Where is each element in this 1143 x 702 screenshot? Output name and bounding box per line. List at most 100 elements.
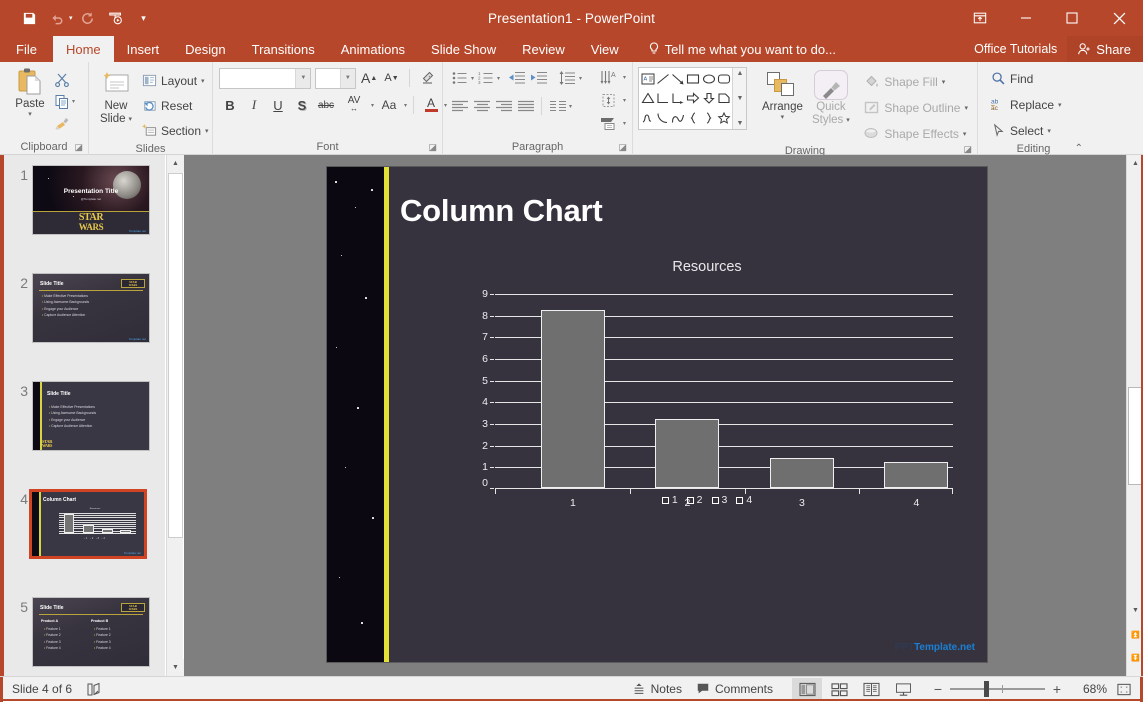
shape-arrow-icon[interactable] [670,69,685,89]
italic-button[interactable]: I [243,94,265,116]
shape-outline-button[interactable]: Shape Outline ▾ [860,96,972,119]
text-direction-dropdown-icon[interactable]: ▾ [623,74,626,81]
minimize-icon[interactable] [1003,0,1049,36]
maximize-icon[interactable] [1049,0,1095,36]
shape-arc-icon[interactable] [655,108,670,128]
thumbnail-slide-3[interactable]: 3 Slide Title Make Effective Presentatio… [32,381,150,451]
align-right-button[interactable] [493,95,514,117]
quick-styles-button[interactable]: Quick Styles ▾ [807,67,854,129]
select-dropdown-icon[interactable]: ▾ [1047,127,1051,135]
change-case-dropdown-icon[interactable]: ▾ [404,102,407,109]
share-button[interactable]: Share [1067,36,1143,62]
thumbnail-slide-1[interactable]: 1 Presentation Title @Template.net STAR … [32,165,150,235]
align-text-button[interactable] [597,90,623,111]
copy-dropdown-icon[interactable]: ▾ [72,98,75,105]
bar-2[interactable] [655,419,719,488]
tab-home[interactable]: Home [53,36,114,62]
thumbnail-slide-2[interactable]: 2 Slide Title STAR WARS Make Effective P… [32,273,150,343]
legend-item[interactable]: 4 [736,494,752,506]
font-name-dropdown-icon[interactable]: ▼ [295,69,310,88]
arrange-button[interactable]: Arrange ▾ [757,67,807,124]
legend-item[interactable]: 3 [712,494,728,506]
undo-dropdown-icon[interactable]: ▾ [69,14,73,22]
shape-line-icon[interactable] [655,69,670,89]
tab-view[interactable]: View [578,36,632,62]
paste-dropdown-icon[interactable]: ▾ [28,110,32,118]
thumbnail-frame[interactable]: Column Chart Resources [29,489,147,559]
bar-4[interactable] [884,462,948,488]
tab-design[interactable]: Design [172,36,238,62]
slide-sorter-view-button[interactable] [824,678,854,700]
columns-button[interactable] [547,95,568,117]
shape-elbow-arrow-connector-icon[interactable] [670,89,685,109]
section-button[interactable]: Section ▾ [138,119,213,142]
current-slide[interactable]: Column Chart Resources 9 8 7 6 5 4 3 2 1… [327,167,987,662]
notes-button[interactable]: Notes [627,678,687,700]
arrange-dropdown-icon[interactable]: ▾ [781,114,785,122]
slide-show-view-button[interactable] [888,678,918,700]
zoom-handle[interactable] [984,681,989,697]
thumbnail-slide-4[interactable]: 4 Column Chart Resources [29,489,147,559]
paragraph-dialog-launcher[interactable]: ◪ [618,142,627,153]
increase-indent-button[interactable] [529,67,550,89]
column-chart[interactable]: Resources 9 8 7 6 5 4 3 2 1 0 [452,259,962,569]
shape-oval-icon[interactable] [701,69,716,89]
select-button[interactable]: Select ▾ [987,119,1066,142]
strikethrough-button[interactable]: abc [315,94,337,116]
convert-smartart-dropdown-icon[interactable]: ▾ [623,120,626,127]
tab-transitions[interactable]: Transitions [239,36,328,62]
new-slide-dropdown-icon[interactable]: ▾ [129,116,133,124]
account-name[interactable]: Office Tutorials [964,42,1067,56]
comments-button[interactable]: Comments [691,678,778,700]
justify-button[interactable] [515,95,536,117]
line-spacing-button[interactable] [557,67,578,89]
shape-effects-button[interactable]: Shape Effects ▾ [860,122,972,145]
convert-smartart-button[interactable] [597,113,623,134]
zoom-in-button[interactable]: + [1051,681,1063,697]
slideshow-icon[interactable] [103,5,129,31]
tab-file[interactable]: File [0,36,53,62]
normal-view-button[interactable] [792,678,822,700]
tab-slide-show[interactable]: Slide Show [418,36,509,62]
shape-scribble-icon[interactable] [640,108,655,128]
drawing-dialog-launcher[interactable]: ◪ [963,144,972,155]
thumb-scrollbar-handle[interactable] [168,173,183,538]
zoom-out-button[interactable]: − [932,681,944,697]
font-name-combo[interactable]: ▼ [219,68,311,89]
font-dialog-launcher[interactable]: ◪ [428,142,437,153]
bullets-button[interactable] [449,67,470,89]
shapes-gallery-scrollbar[interactable]: ▲ ▼ ▼ [732,68,746,129]
thumbnail-frame[interactable]: Presentation Title @Template.net STAR WA… [32,165,150,235]
shapes-scroll-up-icon[interactable]: ▲ [736,70,743,77]
zoom-percentage[interactable]: 68% [1071,682,1107,696]
shape-down-arrow-icon[interactable] [701,89,716,109]
slide-thumbnail-pane[interactable]: 1 Presentation Title @Template.net STAR … [4,155,165,676]
character-spacing-dropdown-icon[interactable]: ▾ [371,102,374,109]
spell-check-icon[interactable] [86,682,104,697]
shape-right-arrow-icon[interactable] [686,89,701,109]
shape-outline-dropdown-icon[interactable]: ▾ [964,104,968,112]
tell-me-search[interactable]: Tell me what you want to do... [638,36,846,62]
font-color-button[interactable]: A [420,94,442,116]
change-case-button[interactable]: Aa [376,94,402,116]
underline-button[interactable]: U [267,94,289,116]
fit-to-window-button[interactable] [1111,678,1137,700]
align-text-dropdown-icon[interactable]: ▾ [623,97,626,104]
shape-right-brace-icon[interactable] [701,108,716,128]
section-dropdown-icon[interactable]: ▾ [205,127,209,135]
thumbnail-frame[interactable]: Slide Title STAR WARS Make Effective Pre… [32,273,150,343]
thumbnail-frame[interactable]: Slide Title Make Effective Presentations… [32,381,150,451]
thumb-scroll-down-icon[interactable]: ▼ [167,659,184,676]
thumbnail-pane-scrollbar[interactable]: ▲ ▼ [166,155,183,676]
text-direction-button[interactable]: A [597,67,623,88]
undo-icon[interactable] [44,5,70,31]
line-spacing-dropdown-icon[interactable]: ▾ [579,75,582,82]
new-slide-button[interactable]: New Slide ▾ [94,66,138,128]
align-left-button[interactable] [449,95,470,117]
shape-rectangle-icon[interactable] [686,69,701,89]
tab-review[interactable]: Review [509,36,578,62]
legend-item[interactable]: 1 [662,494,678,506]
shape-fill-button[interactable]: Shape Fill ▾ [860,70,972,93]
thumbnail-slide-5[interactable]: 5 Slide Title STAR WARS Product A Produc… [32,597,150,667]
close-icon[interactable] [1095,0,1143,36]
